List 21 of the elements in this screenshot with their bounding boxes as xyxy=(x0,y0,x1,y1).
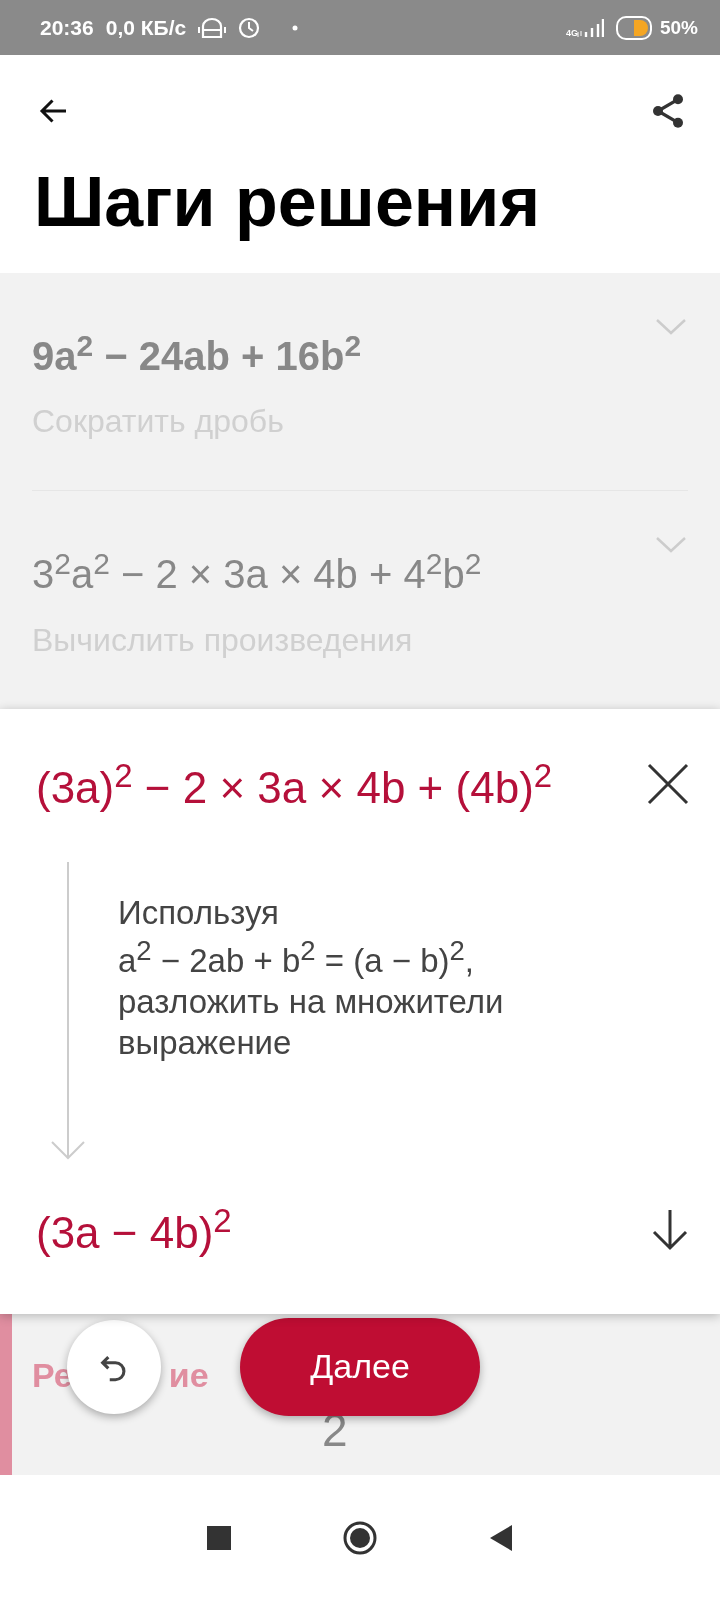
status-time: 20:36 xyxy=(40,15,94,40)
math-expression: 3$^{2}$a$^{2}$ − 2 × 3a × 4b + 4$^{2}$b$^{2}$ xyxy=(32,546,482,598)
solution-label: ие xyxy=(168,1355,209,1395)
recent-apps-icon[interactable] xyxy=(206,1524,232,1551)
close-icon[interactable] xyxy=(646,762,690,807)
solution-label: Ре xyxy=(32,1355,73,1395)
notification-dot-icon xyxy=(292,24,299,31)
clock-icon xyxy=(238,16,261,39)
network-type: 4G xyxy=(565,27,578,38)
math-expression: (3a)$^{2}$ − 2 × 3a × 4b + (4b)$^{2}$ xyxy=(36,756,553,813)
next-button[interactable]: Далее xyxy=(240,1317,480,1416)
math-expression: (3a − 4b)$^{2}$ xyxy=(36,1202,232,1258)
explanation-text: Используя a$^{2}$ − 2ab + b$^{2}$ = (a − b)$^{2}$, разложить на множители выражение xyxy=(118,893,504,1064)
math-expression: 9a$^{2}$ − 24ab + 16b$^{2}$ xyxy=(32,328,362,380)
vpn-icon xyxy=(198,16,227,39)
network-speed: 0,0 КБ/с xyxy=(105,15,187,40)
battery-percentage: 50% xyxy=(659,16,698,39)
back-nav-icon[interactable] xyxy=(488,1523,514,1552)
battery-icon xyxy=(615,15,652,40)
home-icon[interactable] xyxy=(342,1519,378,1556)
arrow-down-icon[interactable] xyxy=(650,1208,690,1253)
